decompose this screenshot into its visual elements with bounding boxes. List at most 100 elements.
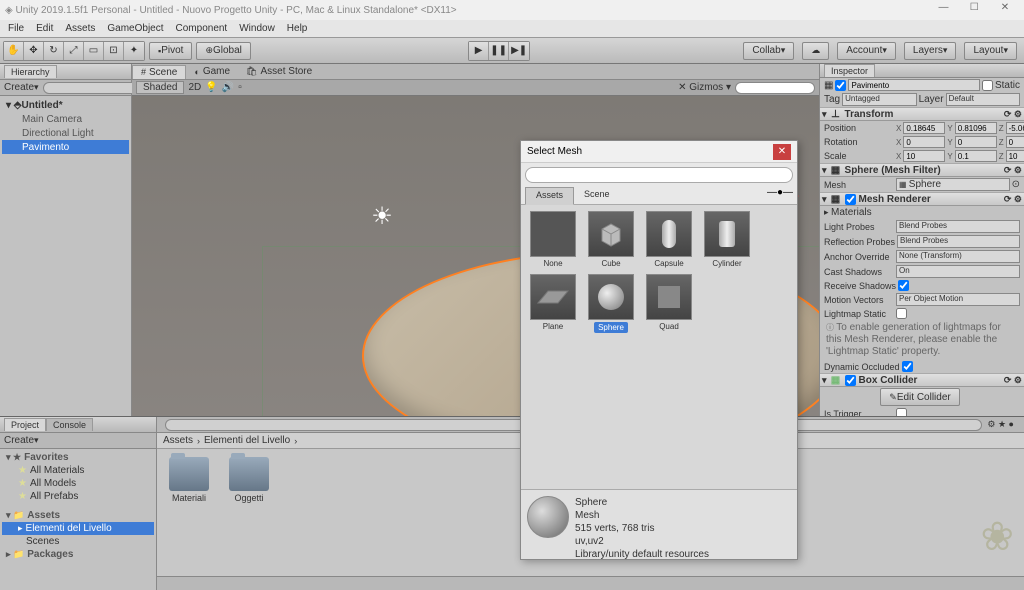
motionvec-dd[interactable]: Per Object Motion — [896, 293, 1020, 306]
dialog-search[interactable] — [525, 167, 793, 183]
pause-button[interactable]: ❚❚ — [489, 42, 509, 60]
layers-dropdown[interactable]: Layers ▾ — [904, 42, 957, 60]
mesh-sphere[interactable]: Sphere — [585, 274, 637, 333]
assets-header[interactable]: ▾ 📁 Assets — [2, 509, 154, 522]
maximize-button[interactable]: ☐ — [960, 2, 988, 18]
scene-search[interactable] — [735, 82, 815, 94]
folder-scenes[interactable]: Scenes — [2, 535, 154, 548]
hierarchy-item-pavimento[interactable]: Pavimento — [2, 140, 129, 154]
mesh-cube[interactable]: Cube — [585, 211, 637, 268]
anchor-dd[interactable]: None (Transform) — [896, 250, 1020, 263]
dialog-close-button[interactable]: ✕ — [773, 144, 791, 160]
shading-dropdown[interactable]: Shaded — [136, 81, 184, 94]
layout-dropdown[interactable]: Layout ▾ — [964, 42, 1017, 60]
create-dropdown[interactable]: Create — [4, 82, 34, 93]
rect-tool[interactable]: ▭ — [84, 42, 104, 60]
fav-materials[interactable]: ★All Materials — [2, 464, 154, 477]
fav-prefabs[interactable]: ★All Prefabs — [2, 490, 154, 503]
inspector-tab[interactable]: Inspector — [824, 64, 875, 77]
pos-z[interactable] — [1006, 122, 1024, 134]
crumb-elementi[interactable]: Elementi del Livello — [204, 435, 290, 446]
scale-tool[interactable]: ⤢ — [64, 42, 84, 60]
layer-dropdown[interactable]: Default — [946, 93, 1020, 106]
rot-y[interactable] — [955, 136, 997, 148]
project-tree[interactable]: ▾ ★ Favorites ★All Materials ★All Models… — [0, 449, 156, 590]
menu-assets[interactable]: Assets — [59, 23, 101, 34]
folder-materiali[interactable]: Materiali — [165, 457, 213, 503]
minimize-button[interactable]: — — [929, 2, 957, 18]
hierarchy-tree[interactable]: ▾ ⬘ Untitled* Main Camera Directional Li… — [0, 96, 131, 416]
edit-collider-button[interactable]: ✎ Edit Collider — [880, 388, 959, 406]
dialog-titlebar[interactable]: Select Mesh ✕ — [521, 141, 797, 163]
reflprobes-dd[interactable]: Blend Probes — [897, 235, 1020, 248]
scale-y[interactable] — [955, 150, 997, 162]
global-toggle[interactable]: ⊕ Global — [196, 42, 250, 60]
pos-x[interactable] — [903, 122, 945, 134]
rotate-tool[interactable]: ↻ — [44, 42, 64, 60]
light-gizmo-icon[interactable]: ☀ — [362, 196, 402, 236]
mesh-cylinder[interactable]: Cylinder — [701, 211, 753, 268]
mesh-quad[interactable]: Quad — [643, 274, 695, 333]
size-slider[interactable]: —●— — [767, 187, 793, 204]
project-create[interactable]: Create — [4, 435, 34, 446]
materials-foldout[interactable]: ▸ Materials — [824, 207, 894, 218]
tag-dropdown[interactable]: Untagged — [842, 93, 916, 106]
meshfilter-header[interactable]: ▾ ▦Sphere (Mesh Filter)⟳ ⚙ — [820, 163, 1024, 177]
gizmo-dropdown[interactable]: ✕ Gizmos ▾ — [678, 82, 731, 93]
menu-window[interactable]: Window — [233, 23, 281, 34]
project-tab[interactable]: Project — [4, 418, 46, 431]
rot-x[interactable] — [903, 136, 945, 148]
folder-oggetti[interactable]: Oggetti — [225, 457, 273, 503]
lightmap-chk[interactable] — [896, 308, 907, 319]
fx-toggle[interactable]: ▫ — [238, 82, 242, 93]
castshadows-dd[interactable]: On — [896, 265, 1020, 278]
console-tab[interactable]: Console — [46, 418, 93, 431]
menu-help[interactable]: Help — [281, 23, 314, 34]
recvshadows-chk[interactable] — [898, 280, 909, 291]
move-tool[interactable]: ✥ — [24, 42, 44, 60]
static-checkbox[interactable] — [982, 80, 993, 91]
transform-tool[interactable]: ⊡ — [104, 42, 124, 60]
account-dropdown[interactable]: Account ▾ — [837, 42, 896, 60]
mesh-field[interactable]: ▦ Sphere — [896, 178, 1010, 191]
fav-models[interactable]: ★All Models — [2, 477, 154, 490]
hand-tool[interactable]: ✋ — [4, 42, 24, 60]
active-checkbox[interactable] — [835, 80, 846, 91]
hierarchy-item-light[interactable]: Directional Light — [2, 126, 129, 140]
packages-header[interactable]: ▸ 📁 Packages — [2, 548, 154, 561]
trigger-chk[interactable] — [896, 408, 907, 416]
audio-toggle[interactable]: 🔊 — [222, 82, 234, 93]
object-name-field[interactable] — [848, 79, 980, 91]
dialog-tab-assets[interactable]: Assets — [525, 187, 574, 205]
pivot-toggle[interactable]: ▪ Pivot — [149, 42, 192, 60]
dialog-tab-scene[interactable]: Scene — [574, 187, 620, 204]
menu-file[interactable]: File — [2, 23, 30, 34]
scale-x[interactable] — [903, 150, 945, 162]
hierarchy-tab[interactable]: Hierarchy — [4, 65, 57, 78]
close-button[interactable]: ✕ — [991, 2, 1019, 18]
favorites-header[interactable]: ▾ ★ Favorites — [2, 451, 154, 464]
folder-elementi[interactable]: ▸ Elementi del Livello — [2, 522, 154, 535]
mesh-none[interactable]: None — [527, 211, 579, 268]
scene-tab[interactable]: # Scene — [132, 65, 186, 79]
cloud-button[interactable]: ☁ — [802, 42, 829, 60]
collab-dropdown[interactable]: Collab ▾ — [743, 42, 794, 60]
step-button[interactable]: ▶❚ — [509, 42, 529, 60]
menu-gameobject[interactable]: GameObject — [101, 23, 169, 34]
lightprobes-dd[interactable]: Blend Probes — [896, 220, 1020, 233]
play-button[interactable]: ▶ — [469, 42, 489, 60]
pos-y[interactable] — [955, 122, 997, 134]
renderer-header[interactable]: ▾ ▦Mesh Renderer⟳ ⚙ — [820, 192, 1024, 206]
menu-edit[interactable]: Edit — [30, 23, 59, 34]
asset-store-tab[interactable]: 🛍 Asset Store — [238, 65, 320, 78]
mesh-plane[interactable]: Plane — [527, 274, 579, 333]
2d-toggle[interactable]: 2D — [188, 82, 201, 93]
mesh-picker-icon[interactable]: ⊙ — [1012, 179, 1020, 190]
menu-component[interactable]: Component — [170, 23, 234, 34]
game-tab[interactable]: ◐ Game — [186, 65, 238, 78]
scene-root[interactable]: ▾ ⬘ Untitled* — [2, 98, 129, 112]
rot-z[interactable] — [1006, 136, 1024, 148]
scale-z[interactable] — [1006, 150, 1024, 162]
transform-header[interactable]: ▾ ⊥Transform⟳ ⚙ — [820, 107, 1024, 121]
dynocc-chk[interactable] — [902, 361, 913, 372]
